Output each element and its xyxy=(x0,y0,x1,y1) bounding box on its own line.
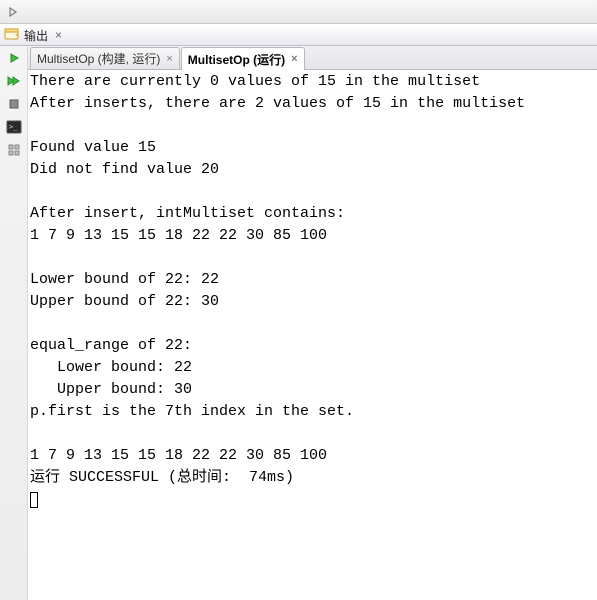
svg-text:>_: >_ xyxy=(9,123,18,131)
output-panel-header: 输出 × xyxy=(0,24,597,46)
content-column: MultisetOp (构建, 运行) × MultisetOp (运行) × … xyxy=(28,46,597,600)
rerun-button[interactable] xyxy=(3,48,25,68)
left-gutter: >_ xyxy=(0,46,28,600)
tab-close-icon[interactable]: × xyxy=(291,53,297,65)
terminal-button[interactable]: >_ xyxy=(3,117,25,137)
tab-label: MultisetOp (运行) xyxy=(188,51,285,68)
text-cursor xyxy=(30,492,38,508)
top-toolbar xyxy=(0,0,597,24)
rerun-all-button[interactable] xyxy=(3,71,25,91)
tab-run[interactable]: MultisetOp (运行) × xyxy=(181,47,305,70)
output-icon xyxy=(4,27,20,44)
tab-build-run[interactable]: MultisetOp (构建, 运行) × xyxy=(30,47,180,69)
output-panel-close[interactable]: × xyxy=(55,28,62,42)
output-tabs: MultisetOp (构建, 运行) × MultisetOp (运行) × xyxy=(28,46,597,70)
settings-button[interactable] xyxy=(3,140,25,160)
tab-label: MultisetOp (构建, 运行) xyxy=(37,50,160,67)
output-panel-title: 输出 xyxy=(24,27,48,44)
stop-button[interactable] xyxy=(3,94,25,114)
console-output[interactable]: There are currently 0 values of 15 in th… xyxy=(28,70,597,600)
toolbar-play-arrow[interactable] xyxy=(4,3,22,21)
tab-close-icon[interactable]: × xyxy=(166,53,172,65)
body-area: >_ MultisetOp (构建, 运行) × MultisetOp (运行)… xyxy=(0,46,597,600)
